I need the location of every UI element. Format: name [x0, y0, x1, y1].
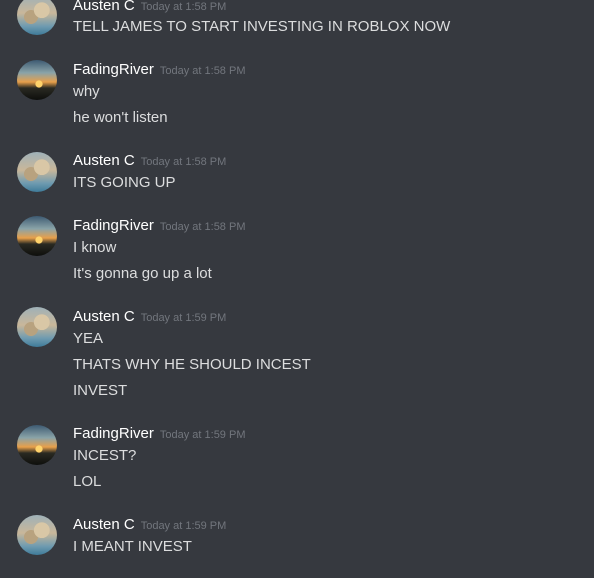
timestamp: Today at 1:58 PM	[159, 221, 246, 233]
username[interactable]: Austen C	[73, 0, 135, 14]
timestamp: Today at 1:58 PM	[159, 65, 246, 77]
avatar[interactable]	[17, 0, 57, 35]
message-text: why	[73, 83, 100, 100]
message-text: ITS GOING UP	[73, 174, 176, 191]
message-header: FadingRiver Today at 1:58 PM	[73, 61, 245, 80]
chat-message-list: Austen C Today at 1:58 PM TELL JAMES TO S…	[0, 0, 594, 578]
message-header: Austen C Today at 1:58 PM	[73, 0, 226, 16]
message-text: he won't listen	[73, 109, 168, 126]
message-header: Austen C Today at 1:58 PM	[73, 152, 226, 171]
avatar[interactable]	[17, 152, 57, 192]
username[interactable]: Austen C	[73, 308, 135, 325]
message-text: YEA	[73, 330, 104, 347]
avatar[interactable]	[17, 515, 57, 555]
username[interactable]: Austen C	[73, 152, 135, 169]
message-text: I know	[73, 239, 117, 256]
username[interactable]: FadingRiver	[73, 61, 154, 78]
avatar[interactable]	[17, 307, 57, 347]
message-text: LOL	[73, 473, 102, 490]
username[interactable]: FadingRiver	[73, 425, 154, 442]
message-header: FadingRiver Today at 1:59 PM	[73, 425, 245, 444]
message-text: INCEST?	[73, 447, 137, 464]
timestamp: Today at 1:58 PM	[140, 1, 227, 13]
message-text: It's gonna go up a lot	[73, 265, 212, 282]
message-header: FadingRiver Today at 1:58 PM	[73, 217, 245, 236]
message-text: TELL JAMES TO START INVESTING IN ROBLOX …	[73, 18, 451, 35]
message-text: INVEST	[73, 382, 128, 399]
avatar[interactable]	[17, 216, 57, 256]
avatar[interactable]	[17, 60, 57, 100]
timestamp: Today at 1:59 PM	[140, 312, 227, 324]
message-header: Austen C Today at 1:59 PM	[73, 308, 226, 327]
username[interactable]: Austen C	[73, 516, 135, 533]
timestamp: Today at 1:59 PM	[159, 429, 246, 441]
message-header: Austen C Today at 1:59 PM	[73, 516, 226, 535]
message-text: I MEANT INVEST	[73, 538, 192, 555]
timestamp: Today at 1:59 PM	[140, 520, 227, 532]
avatar[interactable]	[17, 425, 57, 465]
timestamp: Today at 1:58 PM	[140, 156, 227, 168]
username[interactable]: FadingRiver	[73, 217, 154, 234]
message-text: THATS WHY HE SHOULD INCEST	[73, 356, 311, 373]
